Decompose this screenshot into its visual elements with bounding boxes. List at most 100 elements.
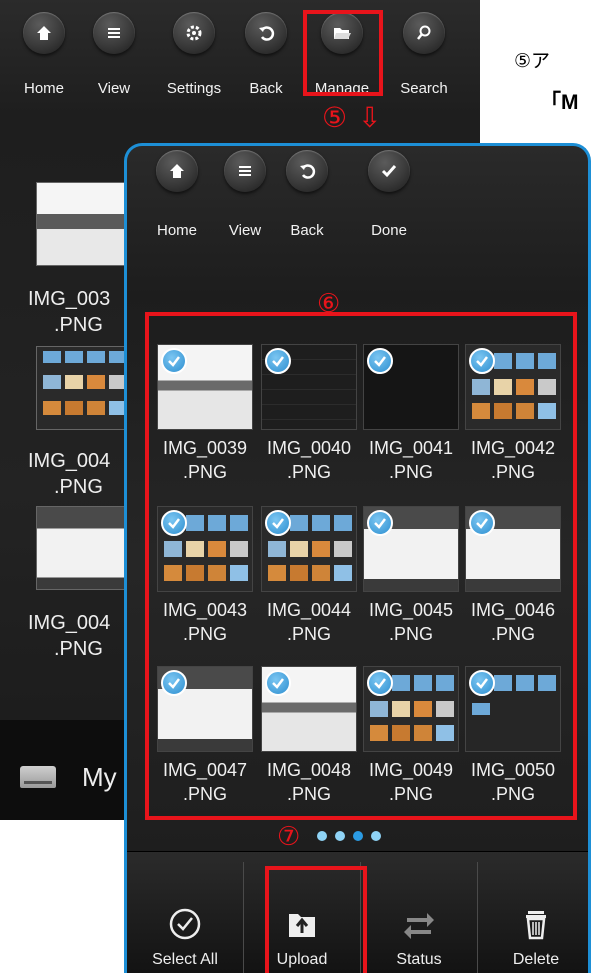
file-item[interactable]: IMG_0049 .PNG — [361, 666, 461, 806]
page-dot[interactable] — [335, 831, 345, 841]
file-name-line2: .PNG — [182, 784, 227, 804]
bottom-action-bar: Select All Upload Status Delete — [127, 851, 588, 973]
file-name: IMG_004 .PNG — [28, 450, 111, 498]
instruction-text-line2: 「M — [540, 91, 579, 114]
file-thumbnail — [157, 344, 253, 430]
file-name: IMG_004 .PNG — [28, 612, 111, 660]
file-name-line1: IMG_0044 — [266, 600, 352, 620]
toolbar-done-label: Done — [371, 222, 407, 239]
file-thumbnail — [363, 344, 459, 430]
home-icon — [23, 12, 65, 54]
page-dot-active[interactable] — [353, 831, 363, 841]
checkmark-icon[interactable] — [469, 348, 495, 374]
list-icon — [93, 12, 135, 54]
file-item[interactable]: IMG_0050 .PNG — [463, 666, 563, 806]
checkmark-icon[interactable] — [367, 510, 393, 536]
toolbar-home-label: Home — [23, 80, 64, 97]
search-icon — [403, 12, 445, 54]
list-icon — [224, 150, 266, 192]
checkmark-icon[interactable] — [469, 670, 495, 696]
file-name-line2: .PNG — [182, 624, 227, 644]
file-item[interactable]: IMG_0041 .PNG — [361, 344, 461, 484]
file-name: IMG_003 .PNG — [28, 288, 111, 336]
file-item[interactable]: IMG_0046 .PNG — [463, 506, 563, 646]
toolbar-home-button[interactable]: Home — [4, 12, 84, 97]
select-all-button[interactable]: Select All — [127, 852, 243, 973]
checkmark-icon[interactable] — [367, 670, 393, 696]
file-item[interactable]: IMG_0045 .PNG — [361, 506, 461, 646]
delete-label: Delete — [512, 951, 560, 968]
toolbar-settings-button[interactable]: Settings — [154, 12, 234, 97]
file-name-line1: IMG_0049 — [368, 760, 454, 780]
toolbar-view-button[interactable]: View — [74, 12, 154, 97]
file-thumbnail[interactable] — [36, 506, 132, 590]
file-thumbnail[interactable] — [36, 182, 132, 266]
instruction-text-line1: ⑤ア — [514, 51, 551, 72]
file-thumbnail — [261, 666, 357, 752]
toolbar-back-label: Back — [290, 222, 324, 239]
upload-highlight-box — [265, 866, 367, 973]
toolbar-back-button[interactable]: Back — [226, 12, 306, 97]
checkmark-icon[interactable] — [367, 348, 393, 374]
file-name-line2: .PNG — [490, 784, 535, 804]
file-thumbnail — [363, 506, 459, 592]
file-item[interactable]: IMG_0047 .PNG — [155, 666, 255, 806]
checkmark-icon[interactable] — [161, 670, 187, 696]
file-name-line1: IMG_0042 — [470, 438, 556, 458]
transfer-arrows-icon — [401, 906, 437, 942]
storage-label[interactable]: My — [82, 762, 117, 793]
checkmark-icon — [368, 150, 410, 192]
file-name-line2: .PNG — [286, 462, 331, 482]
file-name-line2: .PNG — [286, 624, 331, 644]
file-item[interactable]: IMG_0043 .PNG — [155, 506, 255, 646]
toolbar-settings-label: Settings — [166, 80, 222, 97]
manage-mode-screen: Home View Back Done ⑥ IMG_0039 .PNG IMG_… — [124, 143, 591, 973]
down-arrow-icon: ⇩ — [358, 102, 382, 133]
file-name-line1: IMG_0046 — [470, 600, 556, 620]
back-arrow-icon — [245, 12, 287, 54]
home-icon — [156, 150, 198, 192]
file-item[interactable]: IMG_0042 .PNG — [463, 344, 563, 484]
file-name-line1: IMG_0050 — [470, 760, 556, 780]
delete-button[interactable]: Delete — [478, 852, 588, 973]
step-7-marker: ⑦ — [277, 821, 301, 851]
page-dot[interactable] — [371, 831, 381, 841]
status-label: Status — [396, 951, 442, 968]
file-name-line2: .PNG — [490, 462, 535, 482]
file-name-line2: .PNG — [286, 784, 331, 804]
file-name-line1: IMG_0041 — [368, 438, 454, 458]
file-name-line1: IMG_0040 — [266, 438, 352, 458]
checkmark-icon[interactable] — [265, 670, 291, 696]
file-thumbnail — [465, 666, 561, 752]
checkmark-icon[interactable] — [469, 510, 495, 536]
file-name-line2: .PNG — [388, 462, 433, 482]
file-name-line1: IMG_0045 — [368, 600, 454, 620]
page-indicator[interactable] — [317, 831, 381, 841]
toolbar-search-button[interactable]: Search — [384, 12, 464, 97]
checkmark-icon[interactable] — [265, 510, 291, 536]
status-button[interactable]: Status — [361, 852, 477, 973]
manage-highlight-box — [303, 10, 383, 96]
toolbar-back-label: Back — [249, 80, 283, 97]
file-item[interactable]: IMG_0040 .PNG — [259, 344, 359, 484]
trash-icon — [518, 906, 554, 942]
toolbar-done-button[interactable]: Done — [349, 150, 429, 239]
file-name-line2: .PNG — [388, 624, 433, 644]
checkmark-icon[interactable] — [265, 348, 291, 374]
toolbar-view-label: View — [97, 80, 131, 97]
file-name-line1: IMG_0043 — [162, 600, 248, 620]
file-thumbnail — [465, 344, 561, 430]
step-5-marker: ⑤ — [322, 102, 348, 133]
file-thumbnail[interactable] — [36, 346, 132, 430]
toolbar-back-button[interactable]: Back — [267, 150, 347, 239]
file-thumbnail — [261, 344, 357, 430]
file-item[interactable]: IMG_0044 .PNG — [259, 506, 359, 646]
file-name-line2: .PNG — [182, 462, 227, 482]
checkmark-icon[interactable] — [161, 348, 187, 374]
page-dot[interactable] — [317, 831, 327, 841]
checkmark-icon[interactable] — [161, 510, 187, 536]
select-all-icon — [167, 906, 203, 942]
file-item[interactable]: IMG_0048 .PNG — [259, 666, 359, 806]
file-item[interactable]: IMG_0039 .PNG — [155, 344, 255, 484]
select-all-label: Select All — [152, 951, 218, 968]
